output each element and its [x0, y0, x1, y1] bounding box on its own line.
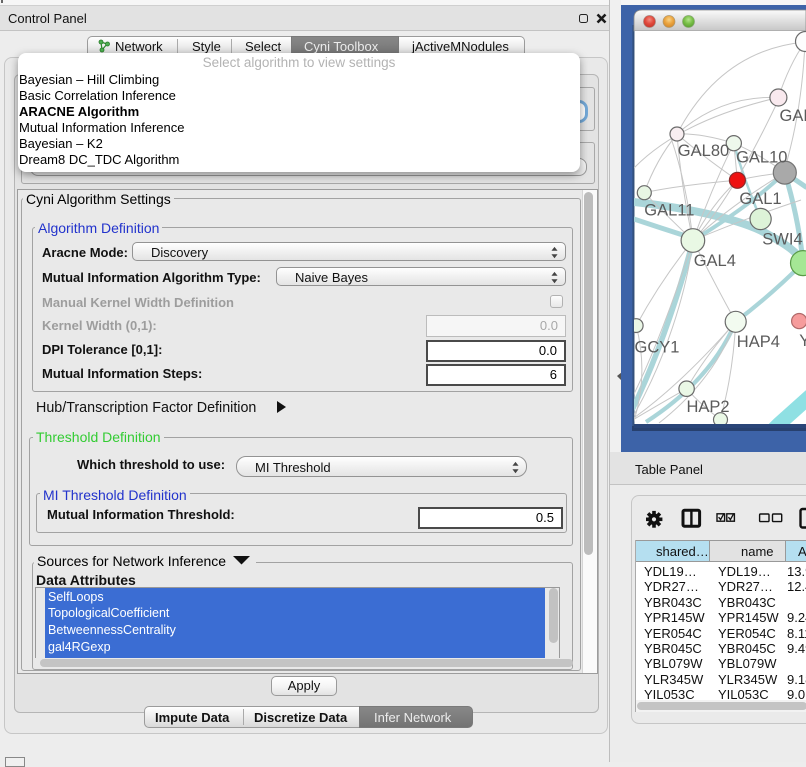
svg-text:GAL: GAL — [780, 107, 806, 125]
svg-text:HAP2: HAP2 — [687, 398, 730, 416]
svg-text:Y: Y — [799, 332, 806, 350]
svg-text:GAL1: GAL1 — [739, 190, 781, 208]
svg-text:GAL10: GAL10 — [736, 149, 787, 167]
svg-text:GAL80: GAL80 — [678, 142, 729, 160]
svg-text:SWI4: SWI4 — [762, 231, 802, 249]
svg-text:GCY1: GCY1 — [635, 339, 680, 357]
svg-text:GAL4: GAL4 — [694, 252, 736, 270]
svg-text:HAP4: HAP4 — [737, 333, 780, 351]
svg-text:GAL11: GAL11 — [644, 202, 694, 220]
